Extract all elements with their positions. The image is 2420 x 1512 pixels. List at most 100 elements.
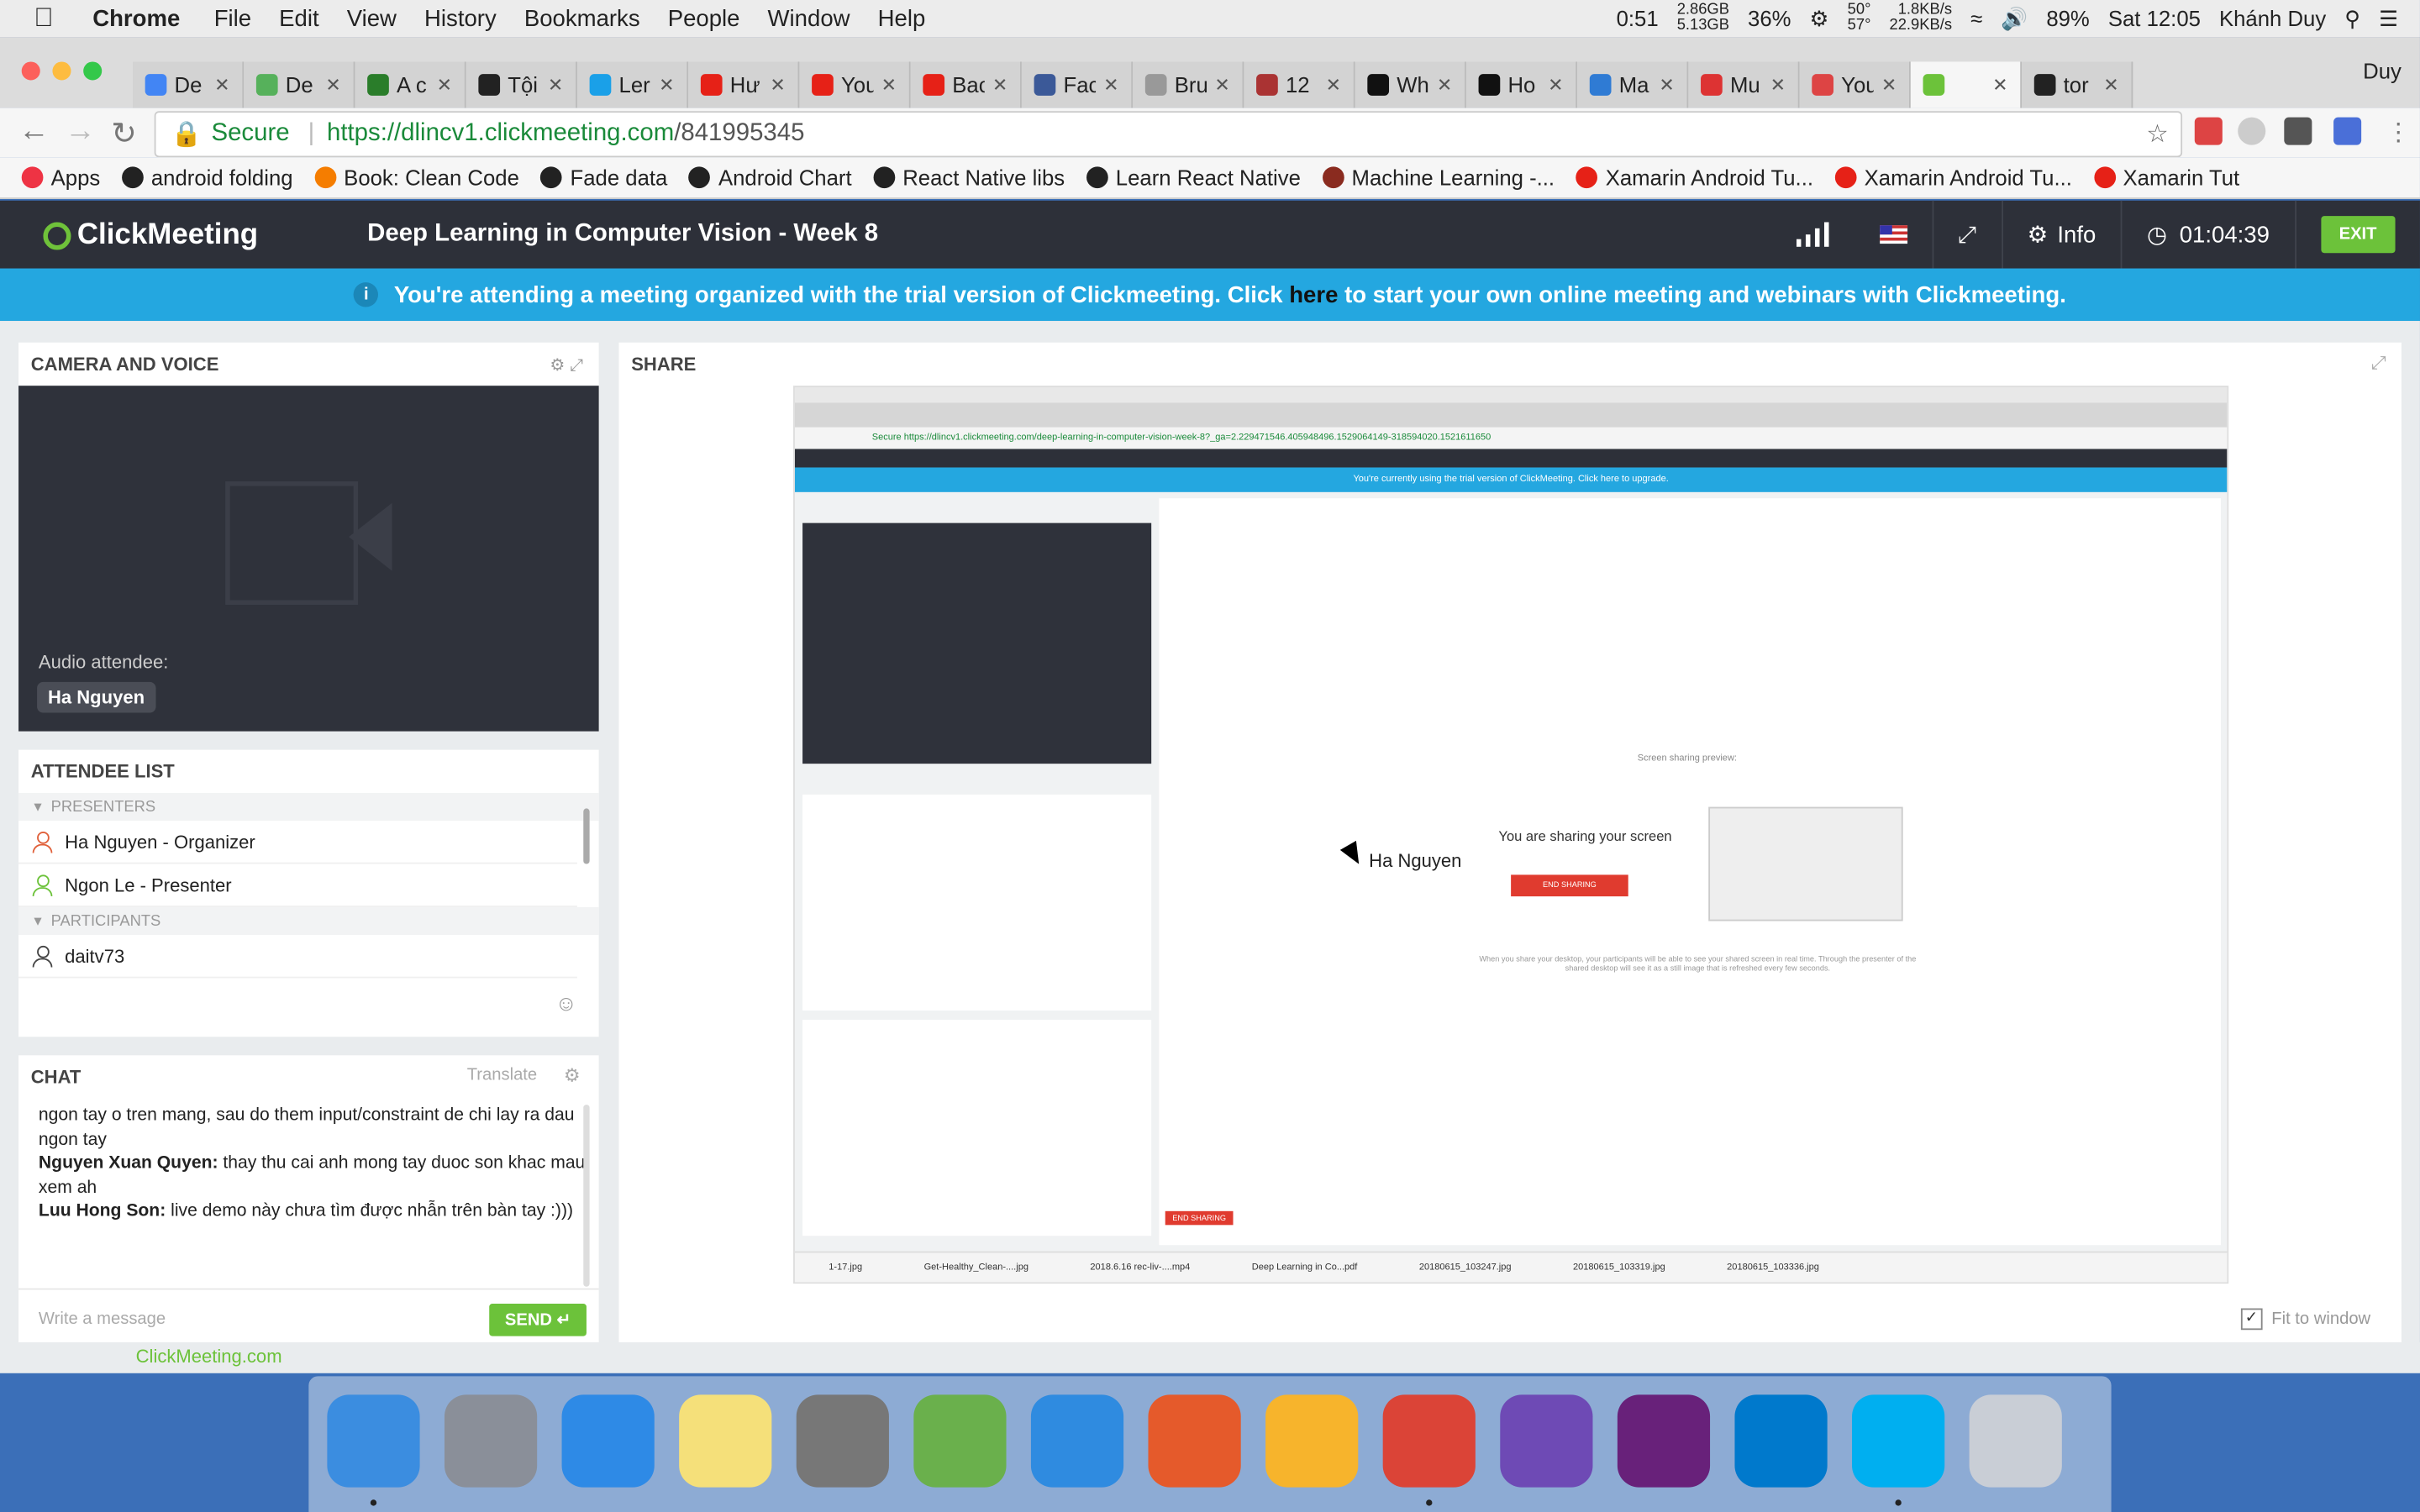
bookmark-star-icon[interactable]: ☆ <box>2146 118 2168 150</box>
participants-group[interactable]: ▾ PARTICIPANTS <box>18 906 599 936</box>
user-name[interactable]: Khánh Duy <box>2219 6 2326 30</box>
android-studio-icon[interactable] <box>913 1394 1007 1488</box>
chrome-icon[interactable] <box>1382 1394 1476 1488</box>
battery-time[interactable]: 0:51 <box>1617 6 1659 30</box>
close-tab-icon[interactable]: ✕ <box>1881 74 1897 96</box>
browser-tab[interactable]: Bac ✕ <box>910 61 1022 108</box>
attendee-scrollbar[interactable] <box>583 808 590 864</box>
extension-icon[interactable] <box>2238 117 2266 145</box>
menu-window[interactable]: Window <box>768 5 850 31</box>
gmail-extension-icon[interactable] <box>2194 117 2223 145</box>
menu-file[interactable]: File <box>214 5 251 31</box>
xcode-icon[interactable] <box>1030 1394 1124 1488</box>
close-tab-icon[interactable]: ✕ <box>325 74 340 96</box>
d-extension-icon[interactable] <box>2333 117 2362 145</box>
close-tab-icon[interactable]: ✕ <box>1659 74 1674 96</box>
bookmark-item[interactable]: Machine Learning -... <box>1322 165 1555 190</box>
minimize-window-button[interactable] <box>52 61 71 81</box>
close-tab-icon[interactable]: ✕ <box>1548 74 1563 96</box>
github-desktop-icon[interactable] <box>1500 1394 1593 1488</box>
close-tab-icon[interactable]: ✕ <box>659 74 674 96</box>
close-tab-icon[interactable]: ✕ <box>1103 74 1118 96</box>
chat-scrollbar[interactable] <box>583 1105 590 1287</box>
close-tab-icon[interactable]: ✕ <box>437 74 452 96</box>
system-preferences-icon[interactable] <box>796 1394 889 1488</box>
itunes-icon[interactable] <box>561 1394 655 1488</box>
translate-link[interactable]: Translate <box>467 1066 537 1084</box>
fullscreen-icon[interactable]: ⤢ <box>1931 200 2002 269</box>
close-tab-icon[interactable]: ✕ <box>992 74 1007 96</box>
menu-view[interactable]: View <box>347 5 397 31</box>
spotlight-icon[interactable]: ⚲ <box>2344 5 2360 31</box>
trash-icon[interactable] <box>1969 1394 2062 1488</box>
browser-tab[interactable]: tor ✕ <box>2022 61 2133 108</box>
menu-bookmarks[interactable]: Bookmarks <box>524 5 640 31</box>
browser-tab[interactable]: Ma ✕ <box>1577 61 1689 108</box>
tool-icon[interactable] <box>1148 1394 1241 1488</box>
clickmeeting-logo[interactable]: ClickMeeting <box>43 219 258 253</box>
browser-tab[interactable]: A c ✕ <box>355 61 466 108</box>
banner-link[interactable]: here <box>1289 281 1338 307</box>
attendee-row[interactable]: daitv73 <box>18 935 577 979</box>
finder-icon[interactable] <box>327 1394 420 1488</box>
browser-tab[interactable]: Ler ✕ <box>576 61 689 108</box>
browser-tab[interactable]: Tội ✕ <box>466 61 577 108</box>
lightbulb-extension-icon[interactable] <box>2284 117 2312 145</box>
menu-edit[interactable]: Edit <box>279 5 318 31</box>
notification-center-icon[interactable]: ☰ <box>2379 5 2398 31</box>
exit-button[interactable]: EXIT <box>2320 216 2396 254</box>
bookmark-item[interactable]: Xamarin Tut <box>2093 165 2239 190</box>
close-tab-icon[interactable]: ✕ <box>214 74 229 96</box>
zoom-window-button[interactable] <box>83 61 103 81</box>
bookmark-item[interactable]: Android Chart <box>689 165 852 190</box>
memory-stats[interactable]: 2.86GB 5.13GB <box>1677 3 1729 34</box>
bookmark-item[interactable]: Xamarin Android Tu... <box>1576 165 1813 190</box>
notes-icon[interactable] <box>679 1394 772 1488</box>
menu-app-name[interactable]: Chrome <box>92 5 180 31</box>
browser-tab[interactable]: You ✕ <box>1799 61 1911 108</box>
checkbox-icon[interactable]: ✓ <box>2240 1308 2263 1331</box>
url-field[interactable]: 🔒 Secure | https://dlincv1.clickmeeting.… <box>154 111 2183 158</box>
close-tab-icon[interactable]: ✕ <box>1770 74 1786 96</box>
menu-help[interactable]: Help <box>878 5 926 31</box>
close-tab-icon[interactable]: ✕ <box>2103 74 2118 96</box>
browser-tab[interactable]: Mu ✕ <box>1688 61 1800 108</box>
browser-tab[interactable]: Ho ✕ <box>1465 61 1578 108</box>
cpu-usage[interactable]: 36% <box>1748 6 1791 30</box>
temperatures[interactable]: 50° 57° <box>1848 3 1871 34</box>
expand-icon[interactable]: ⤢ <box>2371 352 2386 375</box>
profile-name[interactable]: Duy <box>2363 59 2402 83</box>
menu-kebab-icon[interactable]: ⋮ <box>2386 118 2411 149</box>
close-tab-icon[interactable]: ✕ <box>1214 74 1229 96</box>
back-icon[interactable]: ← <box>18 114 50 150</box>
close-tab-icon[interactable]: ✕ <box>881 74 897 96</box>
browser-tab[interactable]: Fac ✕ <box>1021 61 1134 108</box>
fit-to-window-toggle[interactable]: ✓ Fit to window <box>2240 1308 2370 1331</box>
info-button[interactable]: ⚙ Info <box>2001 200 2120 269</box>
volume-icon[interactable]: 🔊 <box>2001 5 2028 31</box>
menu-history[interactable]: History <box>424 5 497 31</box>
browser-tab[interactable]: Wh ✕ <box>1355 61 1466 108</box>
bookmark-item[interactable]: Learn React Native <box>1086 165 1301 190</box>
browser-tab[interactable]: Hư ✕ <box>688 61 800 108</box>
menu-people[interactable]: People <box>668 5 740 31</box>
forward-icon[interactable]: → <box>65 114 96 150</box>
smiley-icon[interactable]: ☺ <box>555 990 577 1015</box>
close-tab-icon[interactable]: ✕ <box>1326 74 1341 96</box>
close-tab-icon[interactable]: ✕ <box>1437 74 1452 96</box>
bookmark-item[interactable]: React Native libs <box>873 165 1065 190</box>
clock[interactable]: Sat 12:05 <box>2108 6 2201 30</box>
close-tab-icon[interactable]: ✕ <box>548 74 563 96</box>
browser-tab[interactable]: ✕ <box>1910 61 2023 108</box>
signal-bars-icon[interactable] <box>1774 201 1854 269</box>
attendee-row[interactable]: Ngon Le - Presenter <box>18 864 577 907</box>
battery-percent[interactable]: 89% <box>2046 6 2089 30</box>
bookmark-item[interactable]: android folding <box>121 165 293 190</box>
reload-icon[interactable]: ↻ <box>111 114 137 153</box>
gear-icon[interactable]: ⚙ <box>564 1064 581 1086</box>
bookmark-item[interactable]: Apps <box>21 165 100 190</box>
browser-tab[interactable]: De ✕ <box>244 61 355 108</box>
bookmark-item[interactable]: Fade data <box>540 165 667 190</box>
browser-tab[interactable]: You ✕ <box>799 61 911 108</box>
browser-tab[interactable]: Bru ✕ <box>1133 61 1244 108</box>
